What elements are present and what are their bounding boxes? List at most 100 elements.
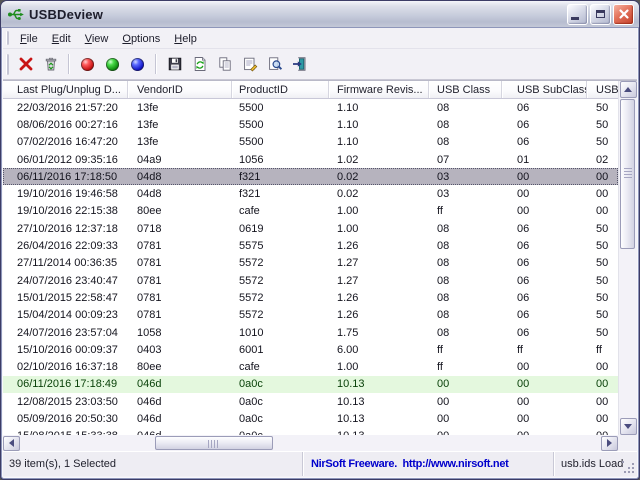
menu-options[interactable]: Options bbox=[115, 30, 167, 48]
menu-edit[interactable]: Edit bbox=[45, 30, 78, 48]
table-cell: 0a0c bbox=[232, 413, 329, 425]
table-row[interactable]: 08/06/2016 00:27:1613fe55001.10080650 bbox=[3, 116, 618, 133]
nirsoft-link[interactable]: NirSoft Freeware. http://www.nirsoft.net bbox=[311, 458, 509, 470]
column-header-6[interactable]: USB bbox=[587, 81, 618, 98]
table-cell: 1010 bbox=[232, 327, 329, 339]
table-cell: 5572 bbox=[232, 257, 329, 269]
table-cell: 06 bbox=[502, 136, 587, 148]
table-row[interactable]: 15/08/2015 15:33:38046d0a0c10.13000000 bbox=[3, 428, 618, 435]
uninstall-device-button[interactable] bbox=[17, 55, 34, 73]
disable-enable-device-button[interactable] bbox=[129, 55, 146, 73]
menubar-gripper[interactable] bbox=[6, 31, 9, 45]
table-cell: 046d bbox=[128, 378, 232, 390]
maximize-button[interactable] bbox=[590, 4, 611, 25]
table-cell: 12/08/2015 23:03:50 bbox=[3, 396, 128, 408]
column-header-2[interactable]: ProductID bbox=[232, 81, 329, 98]
table-row[interactable]: 06/01/2012 09:35:1604a910561.02070102 bbox=[3, 151, 618, 168]
save-button[interactable] bbox=[166, 55, 183, 73]
resize-grip[interactable] bbox=[622, 461, 635, 474]
table-cell: 10.13 bbox=[329, 413, 429, 425]
table-cell: 00 bbox=[502, 396, 587, 408]
column-header-4[interactable]: USB Class bbox=[429, 81, 502, 98]
table-cell: 00 bbox=[587, 205, 618, 217]
table-cell: 00 bbox=[587, 378, 618, 390]
column-header-0[interactable]: Last Plug/Unplug D... bbox=[3, 81, 128, 98]
menu-help[interactable]: Help bbox=[167, 30, 204, 48]
table-row[interactable]: 15/10/2016 00:09:37040360016.00ffffff bbox=[3, 341, 618, 358]
table-row[interactable]: 06/11/2016 17:18:5004d8f3210.02030000 bbox=[3, 168, 618, 185]
copy-button[interactable] bbox=[216, 55, 233, 73]
vertical-scroll-thumb[interactable] bbox=[620, 99, 635, 249]
scroll-down-button[interactable] bbox=[620, 418, 637, 435]
table-cell: 06 bbox=[502, 223, 587, 235]
minimize-button[interactable] bbox=[567, 4, 588, 25]
scroll-right-button[interactable] bbox=[601, 436, 618, 451]
table-row[interactable]: 15/04/2014 00:09:23078155721.26080650 bbox=[3, 307, 618, 324]
menu-file[interactable]: File bbox=[13, 30, 45, 48]
close-button[interactable] bbox=[613, 4, 634, 25]
table-row[interactable]: 05/09/2016 20:50:30046d0a0c10.13000000 bbox=[3, 410, 618, 427]
table-cell: 03 bbox=[429, 188, 502, 200]
horizontal-scroll-thumb[interactable] bbox=[155, 436, 273, 450]
table-row[interactable]: 06/11/2016 17:18:49046d0a0c10.13000000 bbox=[3, 376, 618, 393]
table-cell: 06 bbox=[502, 309, 587, 321]
table-cell: 1.75 bbox=[329, 327, 429, 339]
scroll-up-button[interactable] bbox=[620, 81, 637, 98]
toolbar-gripper[interactable] bbox=[6, 54, 9, 75]
table-cell: 6.00 bbox=[329, 344, 429, 356]
table-cell: 1.26 bbox=[329, 309, 429, 321]
horizontal-scroll-track[interactable] bbox=[20, 436, 601, 451]
table-cell: 00 bbox=[502, 171, 587, 183]
delete-x-icon bbox=[18, 56, 34, 72]
column-header-3[interactable]: Firmware Revis... bbox=[329, 81, 429, 98]
refresh-button[interactable] bbox=[191, 55, 208, 73]
table-row[interactable]: 19/10/2016 22:15:3880eecafe1.00ff0000 bbox=[3, 203, 618, 220]
enable-device-button[interactable] bbox=[104, 55, 121, 73]
table-row[interactable]: 15/01/2015 22:58:47078155721.26080650 bbox=[3, 289, 618, 306]
table-row[interactable]: 12/08/2015 23:03:50046d0a0c10.13000000 bbox=[3, 393, 618, 410]
table-cell: 04a9 bbox=[128, 154, 232, 166]
table-cell: 0781 bbox=[128, 275, 232, 287]
table-cell: 08 bbox=[429, 136, 502, 148]
exit-button[interactable] bbox=[291, 55, 308, 73]
list-rows: 22/03/2016 21:57:2013fe55001.1008065008/… bbox=[3, 99, 618, 435]
table-cell: 046d bbox=[128, 396, 232, 408]
properties-button[interactable] bbox=[241, 55, 258, 73]
table-cell: 08 bbox=[429, 257, 502, 269]
column-header-1[interactable]: VendorID bbox=[128, 81, 232, 98]
table-cell: 50 bbox=[587, 275, 618, 287]
horizontal-scrollbar[interactable] bbox=[3, 435, 618, 451]
table-row[interactable]: 07/02/2016 16:47:2013fe55001.10080650 bbox=[3, 134, 618, 151]
table-cell: 06 bbox=[502, 275, 587, 287]
copy-icon bbox=[217, 56, 233, 72]
toolbar-separator bbox=[155, 54, 157, 74]
table-cell: 0781 bbox=[128, 240, 232, 252]
vertical-scroll-track[interactable] bbox=[619, 98, 637, 418]
table-cell: 1.02 bbox=[329, 154, 429, 166]
table-cell: 0.02 bbox=[329, 171, 429, 183]
toolbar-separator bbox=[68, 54, 70, 74]
vertical-scrollbar[interactable] bbox=[618, 81, 637, 435]
table-row[interactable]: 19/10/2016 19:46:5804d8f3210.02030000 bbox=[3, 185, 618, 202]
table-row[interactable]: 22/03/2016 21:57:2013fe55001.10080650 bbox=[3, 99, 618, 116]
table-cell: 1.27 bbox=[329, 275, 429, 287]
table-row[interactable]: 27/11/2014 00:36:35078155721.27080650 bbox=[3, 255, 618, 272]
table-row[interactable]: 24/07/2016 23:40:47078155721.27080650 bbox=[3, 272, 618, 289]
table-cell: 08 bbox=[429, 240, 502, 252]
column-header-row: Last Plug/Unplug D...VendorIDProductIDFi… bbox=[3, 81, 618, 99]
table-row[interactable]: 27/10/2016 12:37:18071806191.00080650 bbox=[3, 220, 618, 237]
find-icon bbox=[267, 56, 283, 72]
remove-device-button[interactable] bbox=[42, 55, 59, 73]
titlebar[interactable]: USBDeview bbox=[1, 1, 639, 28]
disable-device-button[interactable] bbox=[79, 55, 96, 73]
table-cell: 5572 bbox=[232, 292, 329, 304]
find-button[interactable] bbox=[266, 55, 283, 73]
menu-view[interactable]: View bbox=[78, 30, 116, 48]
table-row[interactable]: 24/07/2016 23:57:04105810101.75080650 bbox=[3, 324, 618, 341]
table-cell: 0781 bbox=[128, 257, 232, 269]
table-row[interactable]: 26/04/2016 22:09:33078155751.26080650 bbox=[3, 237, 618, 254]
table-cell: 0619 bbox=[232, 223, 329, 235]
scroll-left-button[interactable] bbox=[3, 436, 20, 451]
column-header-5[interactable]: USB SubClass bbox=[502, 81, 587, 98]
table-row[interactable]: 02/10/2016 16:37:1880eecafe1.00ff0000 bbox=[3, 358, 618, 375]
